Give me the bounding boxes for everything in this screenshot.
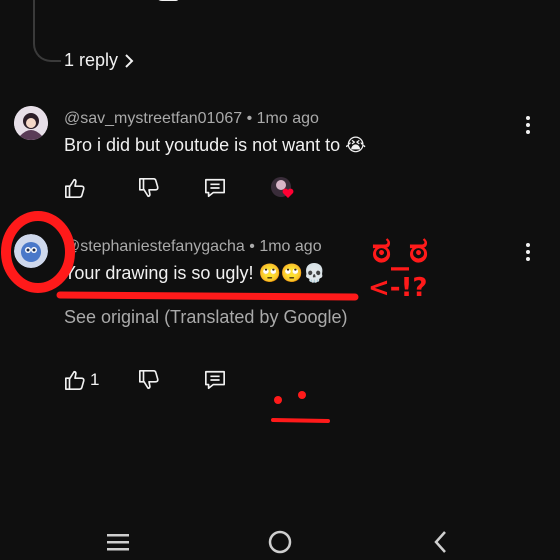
face-eye-right-scribble (298, 391, 306, 399)
face-eye-left-scribble (274, 396, 282, 404)
disapproval-face-scribble: ಠ_ಠ (372, 230, 428, 271)
underline-scribble (56, 291, 359, 301)
face-mouth-scribble (271, 418, 330, 423)
back-icon[interactable] (432, 530, 448, 554)
red-scribble-overlay: ಠ_ಠ <-!? (1, 211, 428, 423)
recents-icon[interactable] (106, 532, 130, 552)
home-icon[interactable] (268, 530, 292, 554)
arrow-note-scribble: <-!? (368, 273, 428, 303)
system-navigation-bar (0, 510, 560, 560)
circle-around-avatar-scribble (1, 211, 75, 293)
